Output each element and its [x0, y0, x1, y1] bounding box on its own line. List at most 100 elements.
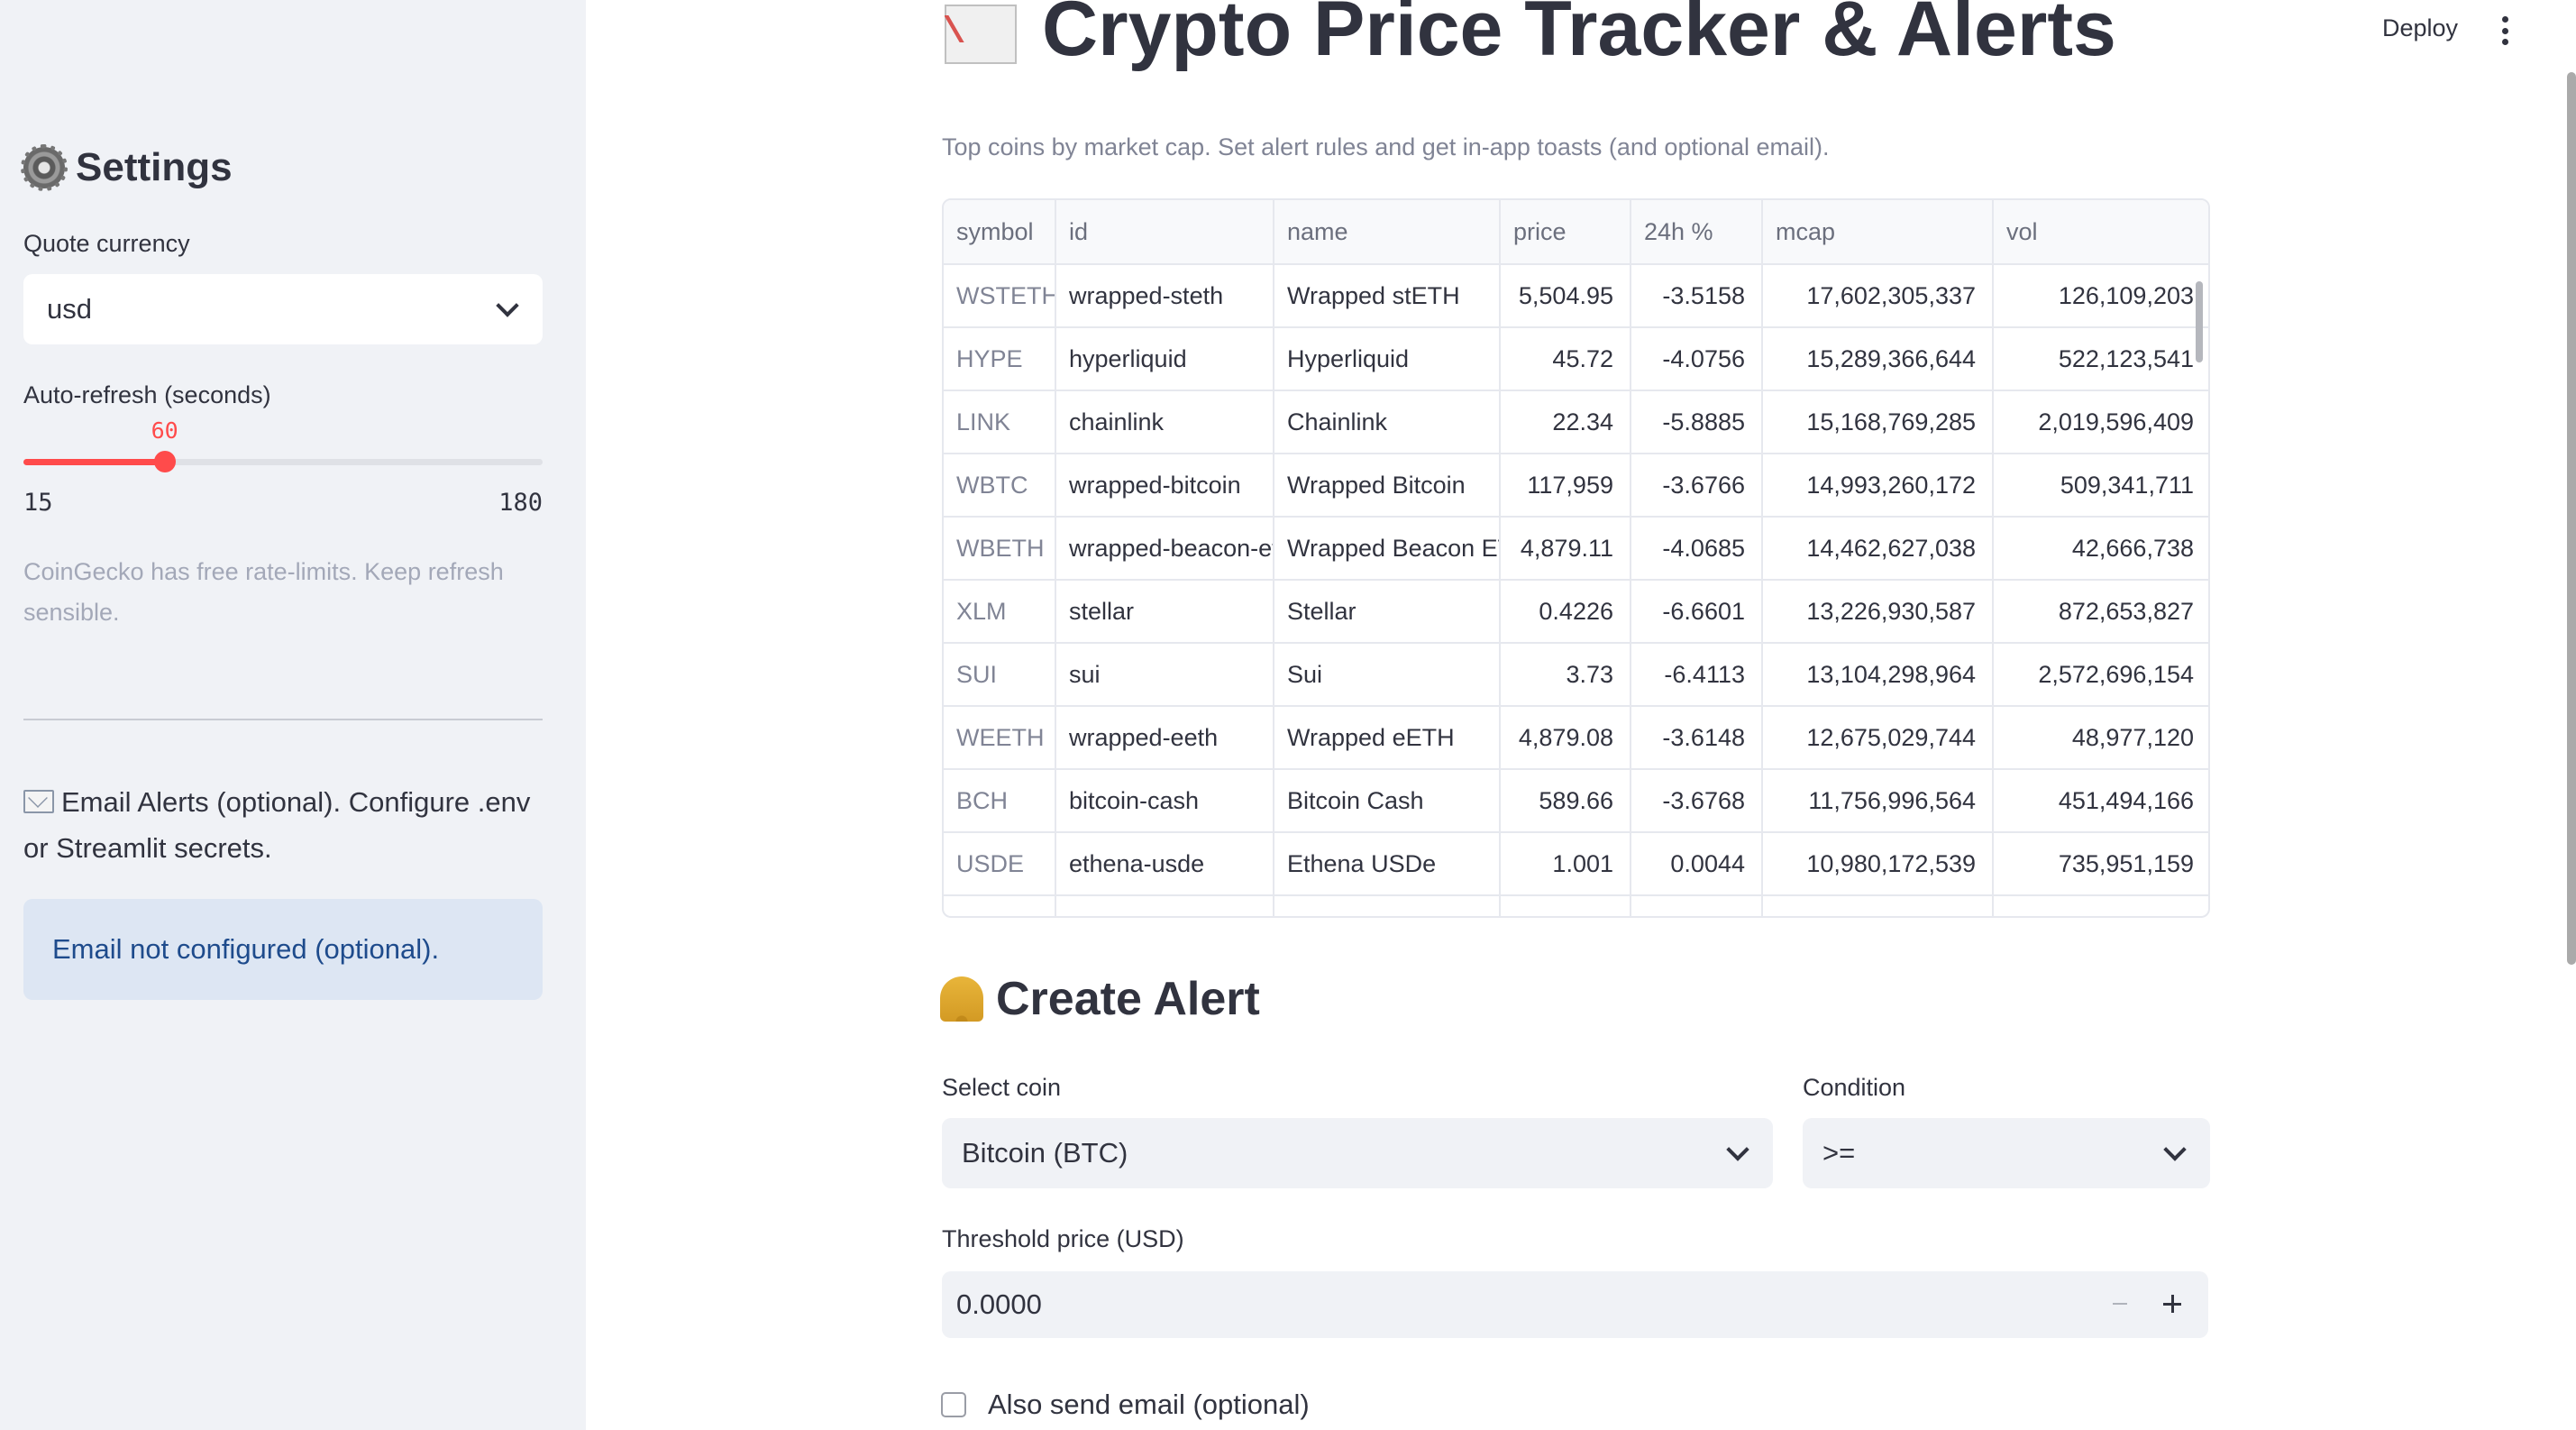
- quote-currency-select[interactable]: usd: [23, 274, 543, 344]
- table-cell: Wrapped eETH: [1274, 706, 1501, 770]
- table-row[interactable]: BCH bitcoin-cash Bitcoin Cash 589.66 -3.6768…: [944, 769, 2208, 833]
- table-cell: WEETH: [944, 706, 1056, 770]
- column-header[interactable]: mcap: [1762, 200, 1994, 265]
- auto-refresh-label: Auto-refresh (seconds): [23, 381, 271, 408]
- table-row[interactable]: XLM stellar Stellar 0.4226 -6.6601 13,226,930…: [944, 580, 2208, 644]
- email-alerts-note: Email Alerts (optional). Configure .env …: [23, 779, 543, 871]
- create-alert-heading: Create Alert: [940, 972, 1260, 1026]
- table-cell: -3.6766: [1631, 454, 1763, 518]
- table-row[interactable]: LINK chainlink Chainlink 22.34 -5.8885 15,168…: [944, 390, 2208, 454]
- table-scrollbar[interactable]: [2196, 281, 2203, 362]
- page-scrollbar[interactable]: [2567, 72, 2576, 965]
- table-row[interactable]: SUI sui Sui 3.73 -6.4113 13,104,298,964 2,572,…: [944, 643, 2208, 707]
- table-cell: 735,951,159: [1993, 832, 2208, 896]
- table-cell: Chainlink: [1274, 390, 1501, 454]
- table-cell: 0.0044: [1631, 832, 1763, 896]
- table-cell: -6.6601: [1631, 580, 1763, 644]
- table-cell: 509,341,711: [1993, 454, 2208, 518]
- table-cell: 15,289,366,644: [1762, 327, 1994, 391]
- chart-icon: [945, 5, 1017, 65]
- table-cell: 117,959: [1500, 454, 1631, 518]
- table-row[interactable]: WBTC wrapped-bitcoin Wrapped Bitcoin 117,95…: [944, 454, 2208, 518]
- email-alerts-text: Email Alerts (optional). Configure .env …: [23, 786, 531, 864]
- table-cell: Ethena USDe: [1274, 832, 1501, 896]
- table-cell: 522,123,541: [1993, 327, 2208, 391]
- table-cell: -4.0756: [1631, 327, 1763, 391]
- table-cell: 126,109,203: [1993, 264, 2208, 328]
- table-row[interactable]: HBARhedera-hashgraphHedera0.2483-5.28661…: [944, 895, 2208, 916]
- table-row[interactable]: WBETHwrapped-beacon-ethWrapped Beacon ET…: [944, 517, 2208, 581]
- page-title: Crypto Price Tracker & Alerts: [945, 0, 2116, 92]
- table-cell: 1.001: [1500, 832, 1631, 896]
- threshold-label: Threshold price (USD): [942, 1225, 1184, 1252]
- create-alert-title: Create Alert: [996, 973, 1260, 1025]
- table-row[interactable]: HYPE hyperliquid Hyperliquid 45.72 -4.0756 15…: [944, 327, 2208, 391]
- table-cell: 872,653,827: [1993, 580, 2208, 644]
- column-header[interactable]: name: [1274, 200, 1501, 265]
- select-coin-dropdown[interactable]: Bitcoin (BTC): [942, 1118, 1773, 1188]
- table-cell: 45.72: [1500, 327, 1631, 391]
- table-cell: -4.0685: [1631, 517, 1763, 581]
- email-checkbox-label[interactable]: Also send email (optional): [988, 1389, 1310, 1421]
- auto-refresh-slider[interactable]: 60: [23, 417, 543, 472]
- table-cell: sui: [1055, 643, 1274, 707]
- column-header[interactable]: symbol: [944, 200, 1056, 265]
- kebab-menu-icon[interactable]: [2501, 16, 2508, 45]
- coins-table[interactable]: symbol id name price 24h % mcap vol WSTETH wrap…: [942, 198, 2210, 918]
- table-cell: wrapped-beacon-eth: [1055, 517, 1274, 581]
- table-cell: WBETH: [944, 517, 1056, 581]
- table-row[interactable]: WEETH wrapped-eeth Wrapped eETH 4,879.08 -3.…: [944, 706, 2208, 770]
- table-cell: WBTC: [944, 454, 1056, 518]
- table-row[interactable]: USDE ethena-usde Ethena USDe 1.001 0.0044 10,…: [944, 832, 2208, 896]
- chevron-down-icon: [496, 294, 519, 317]
- table-cell: Hedera: [1274, 895, 1501, 916]
- table-cell: 639,838,408: [1993, 895, 2208, 916]
- table-cell: hyperliquid: [1055, 327, 1274, 391]
- table-cell: -6.4113: [1631, 643, 1763, 707]
- slider-min-label: 15: [23, 489, 53, 517]
- table-cell: USDE: [944, 832, 1056, 896]
- threshold-value: 0.0000: [956, 1288, 1042, 1320]
- email-status-text: Email not configured (optional).: [52, 933, 440, 965]
- table-cell: 10,525,687,348: [1762, 895, 1994, 916]
- table-cell: 11,756,996,564: [1762, 769, 1994, 833]
- bell-icon: [940, 976, 983, 1022]
- table-cell: Hyperliquid: [1274, 327, 1501, 391]
- decrement-icon[interactable]: [2113, 1303, 2127, 1305]
- table-cell: WSTETH: [944, 264, 1056, 328]
- table-cell: 14,462,627,038: [1762, 517, 1994, 581]
- table-cell: HBAR: [944, 895, 1056, 916]
- table-cell: -3.6768: [1631, 769, 1763, 833]
- page-title-text: Crypto Price Tracker & Alerts: [1042, 0, 2116, 72]
- threshold-input[interactable]: 0.0000: [942, 1271, 2208, 1338]
- table-cell: 3.73: [1500, 643, 1631, 707]
- table-cell: Sui: [1274, 643, 1501, 707]
- column-header[interactable]: vol: [1993, 200, 2208, 265]
- table-cell: XLM: [944, 580, 1056, 644]
- increment-icon[interactable]: [2163, 1295, 2181, 1313]
- table-cell: BCH: [944, 769, 1056, 833]
- slider-thumb[interactable]: [153, 451, 176, 472]
- condition-label: Condition: [1803, 1074, 1906, 1101]
- slider-max-label: 180: [498, 489, 543, 517]
- column-header[interactable]: 24h %: [1631, 200, 1763, 265]
- table-cell: Bitcoin Cash: [1274, 769, 1501, 833]
- table-cell: wrapped-eeth: [1055, 706, 1274, 770]
- condition-dropdown[interactable]: >=: [1803, 1118, 2210, 1188]
- table-cell: hedera-hashgraph: [1055, 895, 1274, 916]
- table-cell: 5,504.95: [1500, 264, 1631, 328]
- column-header[interactable]: id: [1055, 200, 1274, 265]
- column-header[interactable]: price: [1500, 200, 1631, 265]
- envelope-icon: [23, 789, 54, 813]
- table-cell: 13,104,298,964: [1762, 643, 1994, 707]
- table-cell: 12,675,029,744: [1762, 706, 1994, 770]
- table-cell: Stellar: [1274, 580, 1501, 644]
- table-row[interactable]: WSTETH wrapped-steth Wrapped stETH 5,504.95…: [944, 264, 2208, 328]
- email-status-info: Email not configured (optional).: [23, 899, 543, 1000]
- table-cell: 22.34: [1500, 390, 1631, 454]
- email-checkbox[interactable]: [941, 1392, 966, 1417]
- table-cell: wrapped-steth: [1055, 264, 1274, 328]
- table-cell: Wrapped Bitcoin: [1274, 454, 1501, 518]
- sidebar-title: Settings: [21, 139, 543, 197]
- deploy-button[interactable]: Deploy: [2382, 14, 2458, 42]
